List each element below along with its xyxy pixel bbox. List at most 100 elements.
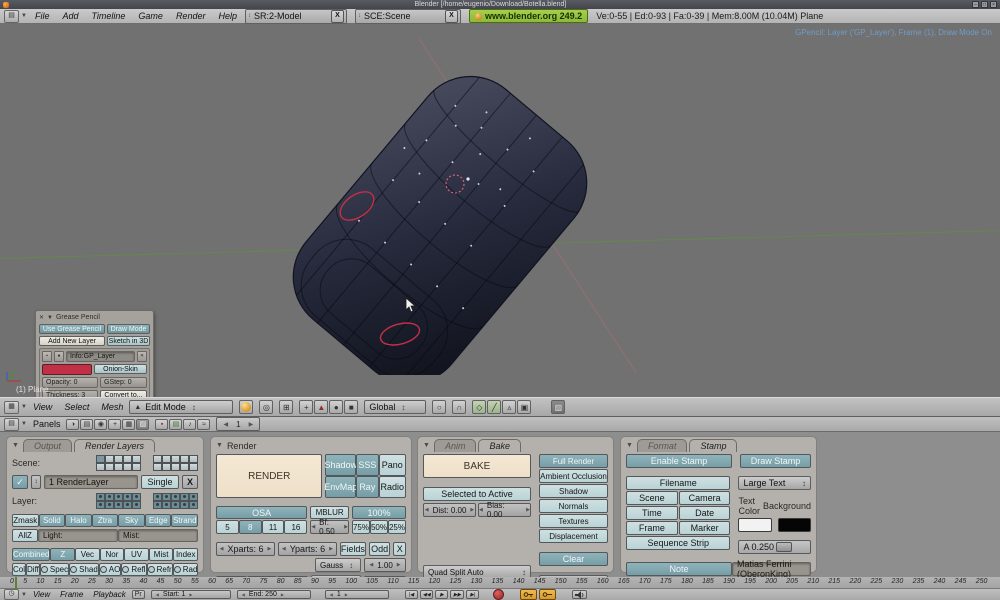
layer-toggle-3[interactable]: Ztra	[91, 514, 119, 527]
odd-toggle[interactable]: Odd	[368, 542, 391, 556]
audio-sync-icon[interactable]	[572, 590, 588, 599]
render-button[interactable]: RENDER	[216, 454, 323, 498]
use-grease-pencil-button[interactable]: Use Grease Pencil	[39, 324, 105, 334]
scene-layer-2[interactable]	[171, 455, 180, 463]
yparts-field[interactable]: Yparts: 6	[277, 542, 337, 556]
scene-layer-0[interactable]	[153, 455, 162, 463]
stamp-alpha-slider[interactable]: A 0.250	[738, 540, 811, 554]
timeline-menu-0[interactable]: View	[33, 590, 50, 599]
stamp-font-dropdown[interactable]: Large Text	[738, 476, 811, 490]
render-layer-9[interactable]	[132, 501, 141, 509]
dist-field[interactable]: Dist: 0.00	[423, 503, 476, 517]
window-type-icon[interactable]: ▤	[4, 9, 19, 23]
pass-toggle-7[interactable]: Rad	[172, 563, 199, 576]
scene-layer-5[interactable]	[153, 463, 162, 471]
fields-toggle[interactable]: Fields	[339, 542, 366, 556]
stamp-scene-toggle[interactable]: Scene	[626, 491, 678, 505]
panel-collapse-icon[interactable]: ▼	[12, 442, 19, 449]
menu-0[interactable]: File	[35, 11, 50, 21]
stepper-icon[interactable]: ↕	[31, 475, 41, 489]
render-toggle-0[interactable]: Shadow	[324, 454, 357, 476]
edge-select-icon[interactable]: ╱	[487, 400, 502, 414]
pass-toggle-3[interactable]: Nor	[99, 548, 125, 561]
xparts-field[interactable]: Xparts: 6	[216, 542, 275, 556]
render-layer-8[interactable]	[180, 501, 189, 509]
orientation-dropdown[interactable]: Global	[364, 400, 427, 414]
tab-0[interactable]: Output	[22, 439, 72, 452]
layer-toggle-6[interactable]: Strand	[171, 514, 199, 527]
enable-stamp-toggle[interactable]: Enable Stamp	[626, 454, 732, 468]
scale-manipulator-icon[interactable]: ■	[344, 400, 359, 414]
scene-layer-9[interactable]	[189, 463, 198, 471]
delete-key-icon[interactable]	[539, 589, 557, 600]
render-toggle-1[interactable]: SSS	[356, 454, 379, 476]
tab-0[interactable]: Format	[636, 439, 688, 452]
pass-toggle-0[interactable]: Col	[12, 563, 27, 576]
scene-layer-4[interactable]	[132, 455, 141, 463]
layer-toggle-1[interactable]: Solid	[38, 514, 66, 527]
scene-context-icon[interactable]: ▨	[136, 418, 150, 430]
eye-icon[interactable]: ●	[54, 351, 64, 362]
maximize-button[interactable]: □	[981, 1, 988, 8]
viewport-3d[interactable]: GPencil: Layer ('GP_Layer'), Frame (1), …	[0, 24, 1000, 397]
menu-1[interactable]: Add	[62, 11, 78, 21]
render-layer-3[interactable]	[123, 493, 132, 501]
bf-field[interactable]: Bf: 0.50	[310, 518, 349, 536]
draw-mode-button[interactable]: Draw Mode	[107, 324, 150, 334]
render-layer-4[interactable]	[189, 493, 198, 501]
render-toggle-5[interactable]: Radio	[378, 476, 406, 498]
pass-toggle-6[interactable]: Index	[173, 548, 199, 561]
tab-1[interactable]: Render Layers	[73, 439, 156, 452]
chevron-down-icon[interactable]: ▼	[21, 421, 27, 427]
editing-context-icon[interactable]: ▦	[122, 418, 136, 430]
view3d-menu-2[interactable]: Mesh	[101, 402, 123, 412]
manipulator-hand-icon[interactable]: +	[299, 400, 314, 414]
size-100-toggle[interactable]: 100%	[351, 506, 406, 519]
pass-toggle-5[interactable]: Mist	[148, 548, 174, 561]
osa-toggle[interactable]: OSA	[216, 506, 308, 519]
draw-stamp-toggle[interactable]: Draw Stamp	[740, 454, 811, 468]
render-layer-7[interactable]	[171, 501, 180, 509]
pass-toggle-1[interactable]: Diff	[26, 563, 40, 576]
right-arrow-icon[interactable]: ▶	[249, 421, 254, 428]
chevron-down-icon[interactable]: ▼	[21, 592, 27, 598]
filter-dropdown[interactable]: Gauss	[315, 558, 361, 572]
osa-value-0[interactable]: 5	[216, 520, 239, 534]
scene-layer-7[interactable]	[114, 463, 123, 471]
scene-layer-5[interactable]	[96, 463, 105, 471]
gstep-field[interactable]: GStep: 0	[100, 377, 147, 388]
minimize-button[interactable]: –	[972, 1, 979, 8]
layers-widget-icon[interactable]: ⊞	[279, 400, 294, 414]
pass-toggle-0[interactable]: Combined	[12, 548, 51, 561]
size-preset-0[interactable]: 75%	[351, 520, 370, 534]
text-color-swatch[interactable]	[738, 518, 772, 532]
render-layer-5[interactable]	[153, 501, 162, 509]
render-toggle-4[interactable]: Ray	[356, 476, 379, 498]
panel-close-icon[interactable]: ✕	[39, 314, 44, 321]
stamp-sequence-strip-toggle[interactable]: Sequence Strip	[626, 536, 731, 550]
layer-toggle-2[interactable]: Halo	[65, 514, 92, 527]
render-preview-icon[interactable]: ▨	[551, 400, 566, 414]
stamp-filename-toggle[interactable]: Filename	[626, 476, 731, 490]
pass-toggle-3[interactable]: Shad	[69, 563, 99, 576]
blender-version-button[interactable]: www.blender.org 249.2	[468, 9, 589, 23]
render-layer-2[interactable]	[114, 493, 123, 501]
panel-collapse-icon[interactable]: ▼	[423, 442, 430, 449]
left-arrow-icon[interactable]: ◀	[223, 421, 228, 428]
filter-size-field[interactable]: 1.00	[364, 558, 406, 572]
scene-layer-6[interactable]	[162, 463, 171, 471]
stepper-icon[interactable]: ↕	[358, 13, 361, 19]
render-layer-0[interactable]	[96, 493, 105, 501]
chevron-down-icon[interactable]: ▼	[21, 13, 27, 19]
render-layer-7[interactable]	[114, 501, 123, 509]
vertex-select-icon[interactable]: ◇	[472, 400, 487, 414]
scene-layer-8[interactable]	[180, 463, 189, 471]
render-layer-4[interactable]	[132, 493, 141, 501]
pass-toggle-2[interactable]: Spec	[39, 563, 70, 576]
pr-toggle[interactable]: Pr	[131, 590, 145, 599]
render-layer-1[interactable]	[162, 493, 171, 501]
scene-layer-3[interactable]	[123, 455, 132, 463]
transport-button-0[interactable]: |◀	[404, 590, 418, 599]
layer-name-field[interactable]: Info:GP_Layer	[66, 351, 135, 362]
sequencer-subcontext-icon[interactable]: ≈	[197, 418, 211, 430]
